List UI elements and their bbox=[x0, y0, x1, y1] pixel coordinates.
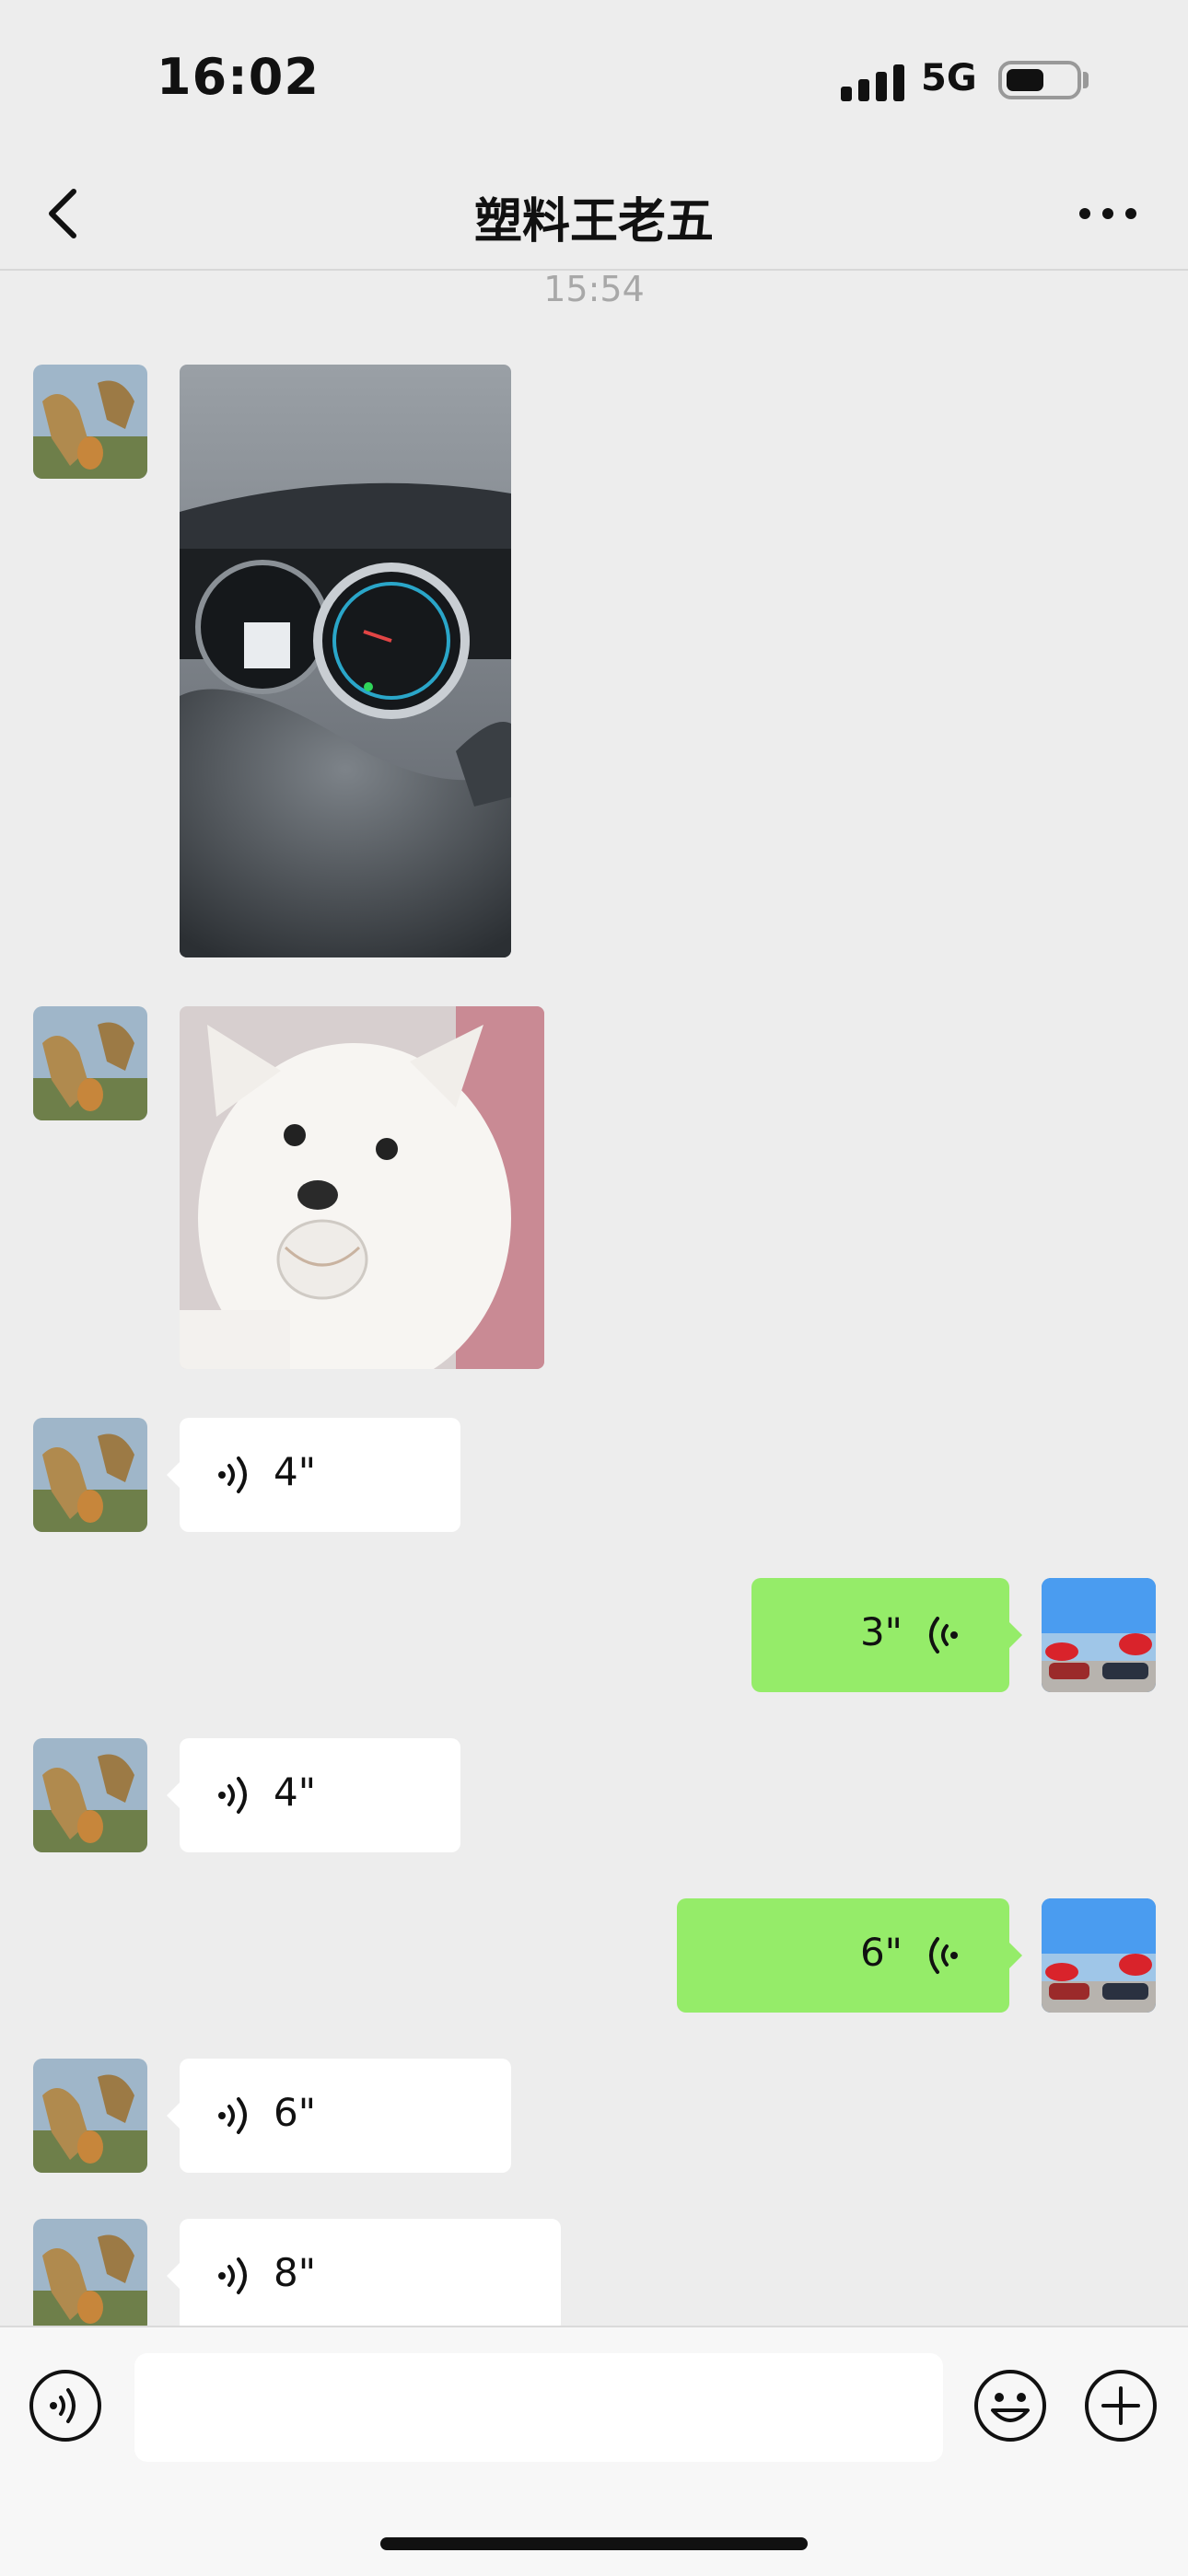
contact-avatar[interactable] bbox=[33, 2219, 147, 2333]
message-input[interactable] bbox=[134, 2353, 943, 2462]
network-type: 5G bbox=[921, 57, 977, 99]
voice-wave-icon bbox=[215, 1773, 255, 1817]
voice-message-outgoing[interactable]: 6" bbox=[677, 1898, 1022, 2013]
voice-message-incoming[interactable]: 6" bbox=[167, 2059, 511, 2173]
contact-avatar[interactable] bbox=[33, 1006, 147, 1120]
my-avatar[interactable] bbox=[1042, 1578, 1156, 1692]
contact-avatar[interactable] bbox=[33, 2059, 147, 2173]
plus-icon[interactable] bbox=[1083, 2368, 1159, 2443]
voice-duration: 3" bbox=[859, 1609, 903, 1654]
voice-wave-icon bbox=[921, 1933, 961, 1978]
voice-duration: 6" bbox=[274, 2090, 317, 2135]
voice-wave-icon bbox=[215, 2094, 255, 2138]
battery-tip bbox=[1083, 72, 1089, 88]
voice-duration: 4" bbox=[274, 1449, 317, 1494]
home-indicator[interactable] bbox=[380, 2537, 808, 2550]
voice-wave-icon bbox=[215, 1453, 255, 1497]
voice-wave-icon bbox=[921, 1613, 961, 1657]
voice-message-incoming[interactable]: 8" bbox=[167, 2219, 561, 2333]
contact-avatar[interactable] bbox=[33, 1418, 147, 1532]
voice-duration: 6" bbox=[859, 1930, 903, 1975]
status-time: 16:02 bbox=[157, 48, 320, 106]
voice-message-incoming[interactable]: 4" bbox=[167, 1738, 460, 1852]
voice-wave-icon bbox=[215, 2254, 255, 2298]
voice-message-incoming[interactable]: 4" bbox=[167, 1418, 460, 1532]
message-timestamp: 15:54 bbox=[543, 269, 645, 309]
emoji-icon[interactable] bbox=[973, 2368, 1048, 2443]
chat-title: 塑料王老五 bbox=[473, 194, 714, 249]
voice-message-outgoing[interactable]: 3" bbox=[751, 1578, 1022, 1692]
voice-duration: 8" bbox=[274, 2250, 317, 2295]
voice-toggle-icon[interactable] bbox=[28, 2368, 103, 2443]
battery-icon bbox=[998, 61, 1081, 99]
cellular-signal-icon bbox=[841, 61, 905, 101]
voice-duration: 4" bbox=[274, 1770, 317, 1815]
contact-avatar[interactable] bbox=[33, 1738, 147, 1852]
chat-header: 塑料王老五 bbox=[0, 157, 1188, 271]
dog-sticker-image[interactable] bbox=[180, 1006, 544, 1369]
contact-avatar[interactable] bbox=[33, 365, 147, 479]
dashboard-photo[interactable] bbox=[180, 365, 511, 957]
status-bar: 16:02 5G bbox=[0, 0, 1188, 157]
my-avatar[interactable] bbox=[1042, 1898, 1156, 2013]
more-dots-icon[interactable] bbox=[1076, 184, 1140, 243]
